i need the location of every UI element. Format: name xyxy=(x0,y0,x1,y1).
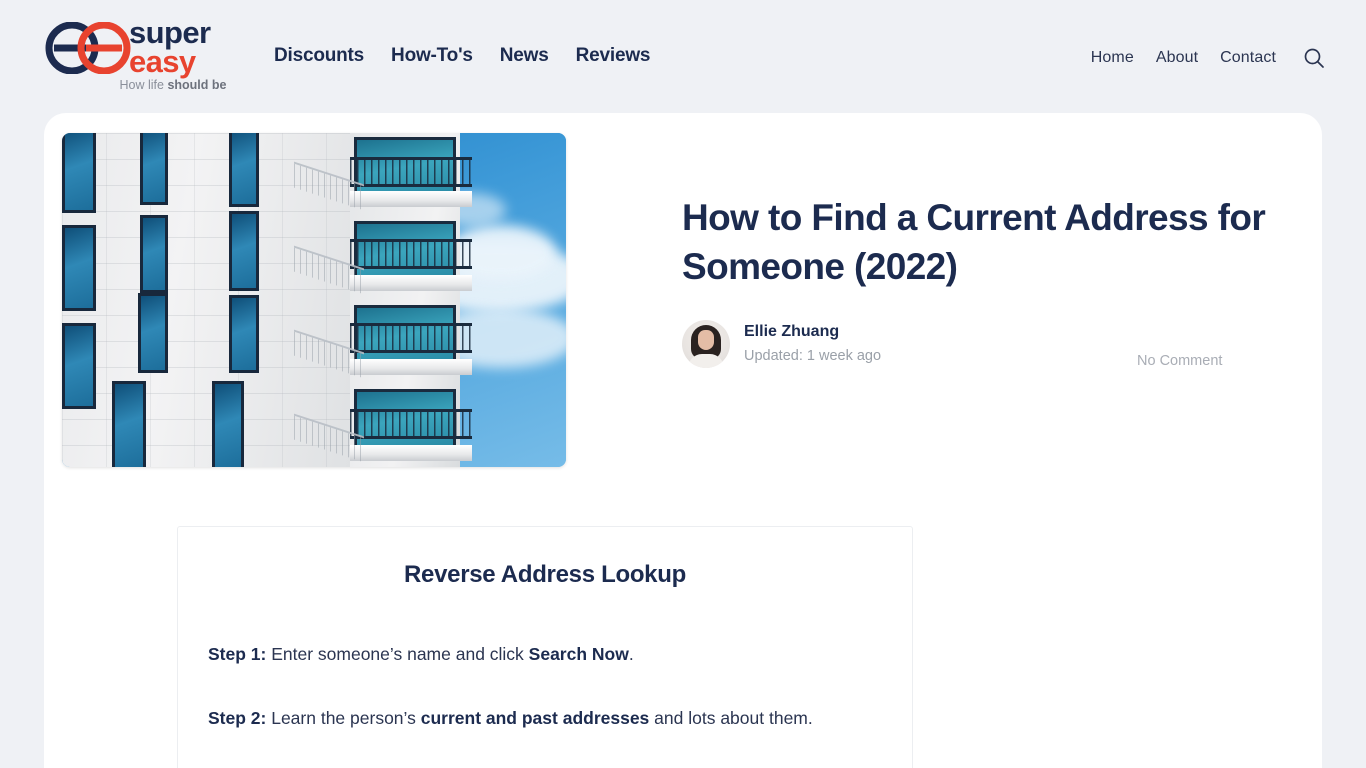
nav-item-reviews[interactable]: Reviews xyxy=(576,45,651,67)
hero-window xyxy=(229,295,259,373)
hero-window xyxy=(229,133,259,207)
tagline-bold: should be xyxy=(167,78,227,92)
logo-wordmark: super easy xyxy=(129,15,211,79)
hero-window xyxy=(62,133,96,213)
hero-window xyxy=(140,133,168,205)
article-header: How to Find a Current Address for Someon… xyxy=(682,193,1282,291)
hero-balcony-slab xyxy=(350,359,472,375)
step-2: Step 2: Learn the person’s current and p… xyxy=(208,701,882,735)
avatar-face xyxy=(698,330,714,350)
step-1-label: Step 1: xyxy=(208,644,267,664)
search-icon xyxy=(1304,48,1324,68)
primary-navigation: Discounts How-To's News Reviews xyxy=(274,45,650,67)
hero-window xyxy=(138,293,168,373)
comment-count[interactable]: No Comment xyxy=(1137,353,1222,369)
supereasy-logo-icon xyxy=(45,22,131,74)
article-card: How to Find a Current Address for Someon… xyxy=(44,113,1322,768)
hero-balcony-slab xyxy=(350,191,472,207)
step-1-text-b: . xyxy=(628,644,634,664)
updated-timestamp: Updated: 1 week ago xyxy=(744,348,882,364)
page-title: How to Find a Current Address for Someon… xyxy=(682,197,1266,287)
site-header: super easy How life should be Discounts … xyxy=(0,0,1366,113)
hero-balcony-railing xyxy=(350,409,472,439)
page-root: super easy How life should be Discounts … xyxy=(0,0,1366,768)
hero-balcony-railing xyxy=(350,239,472,269)
step-2-highlight: current and past addresses xyxy=(420,708,650,728)
hero-balcony-railing xyxy=(350,157,472,187)
nav-item-how-tos[interactable]: How-To's xyxy=(391,45,473,67)
logo-word-easy: easy xyxy=(129,44,196,79)
nav-item-discounts[interactable]: Discounts xyxy=(274,45,364,67)
hero-window xyxy=(62,225,96,311)
step-1: Step 1: Enter someone’s name and click S… xyxy=(208,637,882,671)
nav-item-contact[interactable]: Contact xyxy=(1220,49,1276,67)
logo-word-super: super xyxy=(129,15,211,50)
hero-balcony-slab xyxy=(350,445,472,461)
hero-window xyxy=(212,381,244,467)
hero-image xyxy=(62,133,566,467)
secondary-navigation: Home About Contact xyxy=(1091,46,1326,70)
step-2-text-a: Learn the person’s xyxy=(266,708,421,728)
hero-window xyxy=(112,381,146,467)
lookup-heading: Reverse Address Lookup xyxy=(404,561,686,588)
hero-balcony-railing xyxy=(350,323,472,353)
hero-balcony-slab xyxy=(350,275,472,291)
tagline-light: How life xyxy=(119,78,168,92)
reverse-address-lookup-box: Reverse Address Lookup Step 1: Enter som… xyxy=(177,526,913,768)
byline-text: Ellie Zhuang Updated: 1 week ago xyxy=(744,322,881,366)
nav-item-news[interactable]: News xyxy=(500,45,549,67)
logo-tagline: How life should be xyxy=(78,78,268,92)
step-2-text-b: and lots about them. xyxy=(649,708,813,728)
step-1-cta: Search Now xyxy=(528,644,629,664)
hero-window xyxy=(140,215,168,293)
avatar[interactable] xyxy=(682,320,730,368)
hero-window xyxy=(62,323,96,409)
author-name[interactable]: Ellie Zhuang xyxy=(744,322,881,342)
nav-item-home[interactable]: Home xyxy=(1091,49,1134,67)
avatar-body xyxy=(688,354,724,368)
search-button[interactable] xyxy=(1302,46,1326,70)
step-1-text-a: Enter someone’s name and click xyxy=(266,644,529,664)
hero-window xyxy=(229,211,259,291)
byline: Ellie Zhuang Updated: 1 week ago xyxy=(682,320,881,368)
step-2-label: Step 2: xyxy=(208,708,267,728)
nav-item-about[interactable]: About xyxy=(1156,49,1198,67)
